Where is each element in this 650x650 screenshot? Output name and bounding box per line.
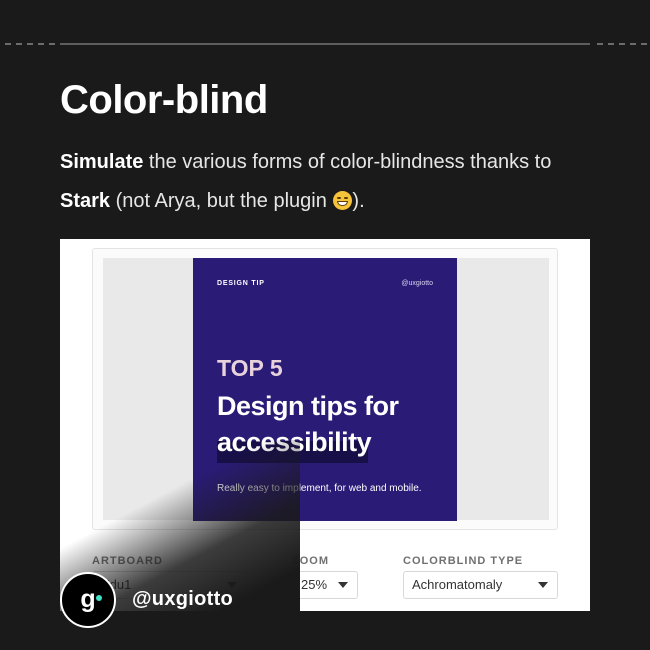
subtitle-text-2: (not Arya, but the plugin — [110, 190, 333, 212]
subtitle-text-3: ). — [352, 190, 365, 212]
colorblind-type-label: COLORBLIND TYPE — [403, 555, 524, 567]
artboard-preview: DESIGN TIP @uxgiotto TOP 5 Design tips f… — [193, 258, 457, 521]
subtitle-bold-stark: Stark — [60, 190, 111, 212]
brand-logo-dot — [96, 595, 102, 601]
slide-subtitle: Simulate the various forms of color-blin… — [60, 143, 600, 221]
stark-plugin-screenshot: DESIGN TIP @uxgiotto TOP 5 Design tips f… — [60, 239, 590, 611]
colorblind-type-select[interactable]: Achromatomaly — [403, 571, 558, 599]
zoom-select[interactable]: 25% — [292, 571, 358, 599]
subtitle-text-1: the various forms of color-blindness tha… — [143, 151, 552, 173]
chevron-down-icon — [538, 582, 548, 588]
brand-logo: g — [60, 572, 116, 628]
artboard-headline-2: accessibility — [217, 427, 372, 457]
artboard-handle: @uxgiotto — [401, 280, 433, 287]
artboard-description: Really easy to implement, for web and mo… — [217, 483, 422, 494]
top-dashed-rule-left — [5, 43, 55, 45]
chevron-down-icon — [338, 582, 348, 588]
brand-logo-letter: g — [80, 585, 96, 613]
zoom-label: ZOOM — [292, 555, 329, 567]
grinning-sweat-emoji-icon — [333, 191, 353, 210]
artboard-tag: DESIGN TIP — [217, 280, 265, 287]
artboard-label: ARTBOARD — [92, 555, 163, 567]
top-divider-line — [60, 43, 590, 45]
artboard-top5: TOP 5 — [217, 355, 283, 381]
subtitle-bold-simulate: Simulate — [60, 151, 144, 173]
zoom-select-value: 25% — [301, 577, 328, 592]
artboard-headline-1: Design tips for — [217, 391, 399, 421]
brand-handle: @uxgiotto — [132, 588, 234, 610]
colorblind-type-value: Achromatomaly — [412, 577, 503, 592]
slide-title: Color-blind — [60, 78, 268, 122]
top-dashed-rule-right — [597, 43, 647, 45]
